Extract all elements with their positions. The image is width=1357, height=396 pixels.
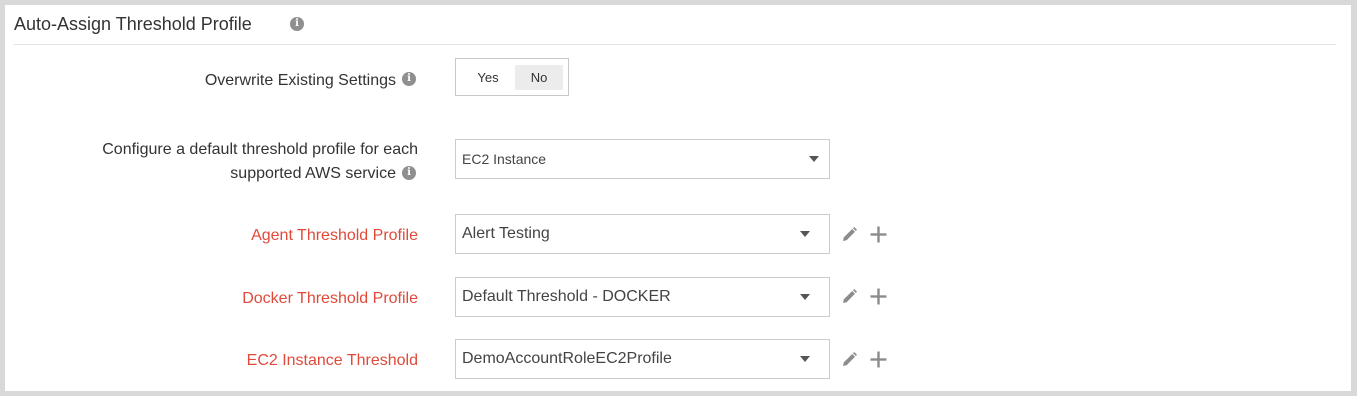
- overwrite-label: Overwrite Existing Settings: [204, 72, 396, 89]
- pencil-icon[interactable]: [841, 351, 858, 368]
- agent-threshold-select[interactable]: Alert Testing: [455, 214, 830, 254]
- info-icon[interactable]: i: [402, 72, 416, 86]
- docker-threshold-label: Docker Threshold Profile: [242, 290, 418, 307]
- threshold-profile-panel: Auto-Assign Threshold Profile i Overwrit…: [5, 5, 1351, 391]
- chevron-down-icon: [809, 156, 819, 162]
- plus-icon[interactable]: [869, 287, 888, 306]
- select-value: Default Threshold - DOCKER: [462, 288, 671, 305]
- aws-service-label-line2: supported AWS service: [230, 165, 396, 182]
- info-icon[interactable]: i: [290, 17, 304, 31]
- plus-icon[interactable]: [869, 225, 888, 244]
- chevron-down-icon: [800, 231, 810, 237]
- aws-service-label-line1: Configure a default threshold profile fo…: [102, 141, 418, 158]
- aws-service-select[interactable]: EC2 Instance: [455, 139, 830, 179]
- plus-icon[interactable]: [869, 350, 888, 369]
- chevron-down-icon: [800, 294, 810, 300]
- pencil-icon[interactable]: [841, 226, 858, 243]
- ec2-threshold-select[interactable]: DemoAccountRoleEC2Profile: [455, 339, 830, 379]
- overwrite-toggle: Yes No: [455, 58, 569, 96]
- toggle-no-option[interactable]: No: [515, 65, 563, 90]
- select-value: EC2 Instance: [462, 151, 547, 167]
- agent-threshold-label: Agent Threshold Profile: [251, 227, 418, 244]
- info-icon[interactable]: i: [402, 166, 416, 180]
- ec2-threshold-label: EC2 Instance Threshold: [246, 352, 418, 369]
- toggle-yes-option[interactable]: Yes: [463, 65, 513, 90]
- chevron-down-icon: [800, 356, 810, 362]
- section-header: Auto-Assign Threshold Profile i: [14, 5, 1336, 45]
- select-value: Alert Testing: [462, 225, 550, 242]
- section-title: Auto-Assign Threshold Profile: [14, 14, 252, 34]
- select-value: DemoAccountRoleEC2Profile: [462, 350, 672, 367]
- docker-threshold-select[interactable]: Default Threshold - DOCKER: [455, 277, 830, 317]
- pencil-icon[interactable]: [841, 288, 858, 305]
